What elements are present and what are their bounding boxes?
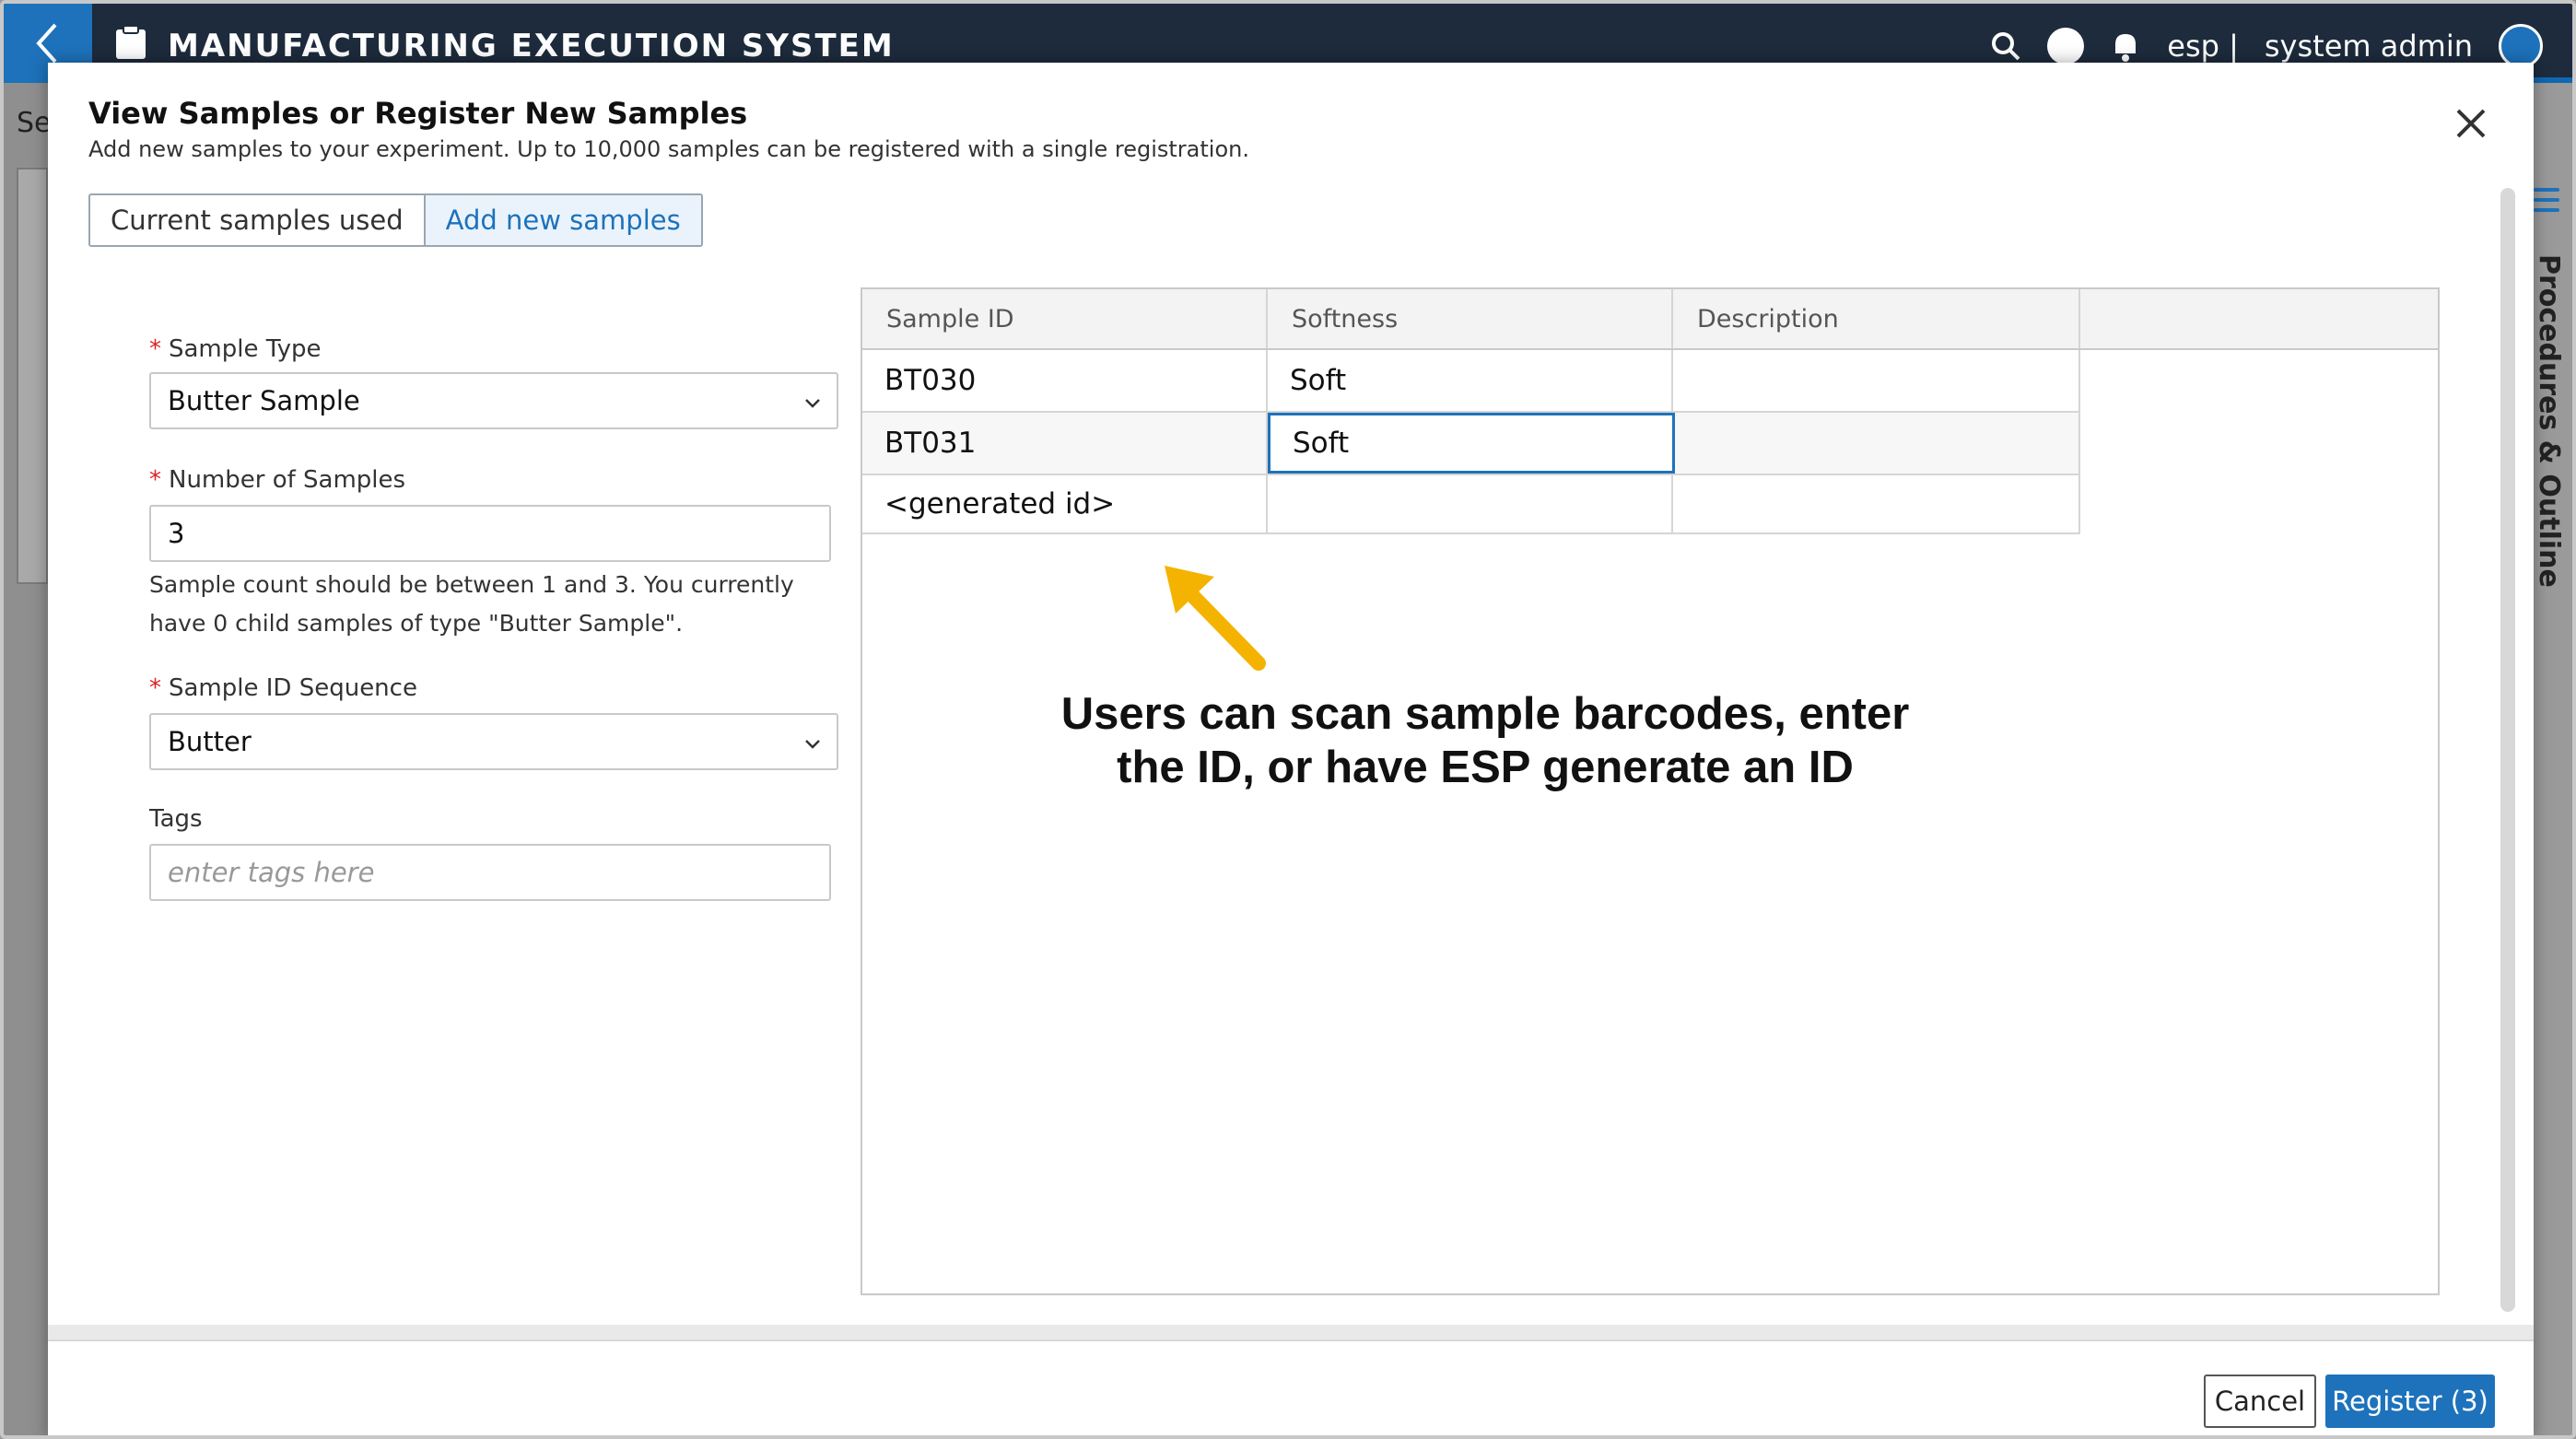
- cell-softness-active[interactable]: Soft: [1268, 413, 1675, 474]
- app-header-right: esp | system admin: [1990, 24, 2543, 68]
- app-left-panel: [17, 168, 48, 584]
- sample-id-sequence-select[interactable]: Butter: [149, 713, 838, 770]
- table-row: <generated id>: [862, 475, 2080, 534]
- cell-description[interactable]: [1673, 350, 2080, 411]
- register-button[interactable]: Register (3): [2325, 1375, 2495, 1428]
- screen-frame: MANUFACTURING EXECUTION SYSTEM esp | sys…: [0, 0, 2576, 1439]
- clipboard-icon: [116, 25, 146, 59]
- chevron-down-icon: [805, 399, 820, 408]
- annotation-line-1: Users can scan sample barcodes, enter: [1060, 689, 1910, 739]
- sample-tabs: Current samples used Add new samples: [88, 193, 703, 247]
- tenant-label: esp |: [2167, 29, 2239, 64]
- arrow-pointer-icon: [1165, 566, 1266, 671]
- register-samples-modal: View Samples or Register New Samples Add…: [48, 63, 2534, 1435]
- app-left-partial-text: Se: [17, 107, 52, 139]
- required-marker: *: [149, 466, 161, 494]
- chevron-down-icon: [805, 740, 820, 749]
- sample-type-value: Butter Sample: [168, 385, 360, 416]
- cancel-button[interactable]: Cancel: [2204, 1375, 2316, 1428]
- cell-sample-id[interactable]: BT030: [862, 350, 1268, 411]
- grid-header: Sample ID Softness Description: [862, 289, 2438, 350]
- cell-softness[interactable]: Soft: [1268, 350, 1673, 411]
- user-name[interactable]: system admin: [2265, 29, 2473, 64]
- required-marker: *: [149, 335, 161, 363]
- tags-input[interactable]: enter tags here: [149, 844, 831, 901]
- table-row: BT031 Soft: [862, 413, 2080, 475]
- annotation-line-2: the ID, or have ESP generate an ID: [1117, 743, 1854, 792]
- cell-softness[interactable]: [1268, 475, 1673, 532]
- search-icon[interactable]: [1990, 30, 2021, 62]
- sample-type-select[interactable]: Butter Sample: [149, 372, 838, 429]
- number-of-samples-input[interactable]: 3: [149, 505, 831, 562]
- column-header-softness[interactable]: Softness: [1268, 289, 1673, 348]
- table-row: BT030 Soft: [862, 350, 2080, 413]
- cell-sample-id[interactable]: <generated id>: [862, 475, 1268, 532]
- avatar-icon[interactable]: [2499, 24, 2543, 68]
- tags-label: Tags: [149, 805, 203, 833]
- close-icon[interactable]: [2451, 103, 2491, 144]
- tab-add-new-samples[interactable]: Add new samples: [423, 195, 701, 245]
- modal-title: View Samples or Register New Samples: [88, 96, 748, 131]
- required-marker: *: [149, 674, 161, 702]
- column-header-description[interactable]: Description: [1673, 289, 2080, 348]
- cell-description[interactable]: [1673, 475, 2080, 532]
- sample-count-help: Sample count should be between 1 and 3. …: [149, 571, 794, 637]
- sample-type-label: * Sample Type: [149, 335, 322, 363]
- back-chevron-icon: [36, 23, 57, 64]
- scrollbar[interactable]: [2500, 188, 2515, 1312]
- bell-icon[interactable]: [2110, 29, 2141, 63]
- sample-id-sequence-label: * Sample ID Sequence: [149, 674, 417, 702]
- cell-sample-id[interactable]: BT031: [862, 413, 1268, 474]
- modal-subtitle: Add new samples to your experiment. Up t…: [88, 136, 1249, 162]
- sample-id-sequence-value: Butter: [168, 726, 252, 757]
- help-icon[interactable]: [2047, 28, 2085, 64]
- procedures-outline-tab[interactable]: Procedures & Outline: [2533, 254, 2565, 588]
- app-title: MANUFACTURING EXECUTION SYSTEM: [168, 28, 895, 64]
- list-menu-icon[interactable]: [2534, 188, 2559, 212]
- tab-current-samples[interactable]: Current samples used: [90, 195, 424, 245]
- annotation-callout: Users can scan sample barcodes, enter th…: [1025, 687, 1946, 794]
- cell-description[interactable]: [1673, 413, 2080, 474]
- number-of-samples-label: * Number of Samples: [149, 466, 406, 494]
- footer-divider: [48, 1325, 2534, 1341]
- column-header-sample-id[interactable]: Sample ID: [862, 289, 1268, 348]
